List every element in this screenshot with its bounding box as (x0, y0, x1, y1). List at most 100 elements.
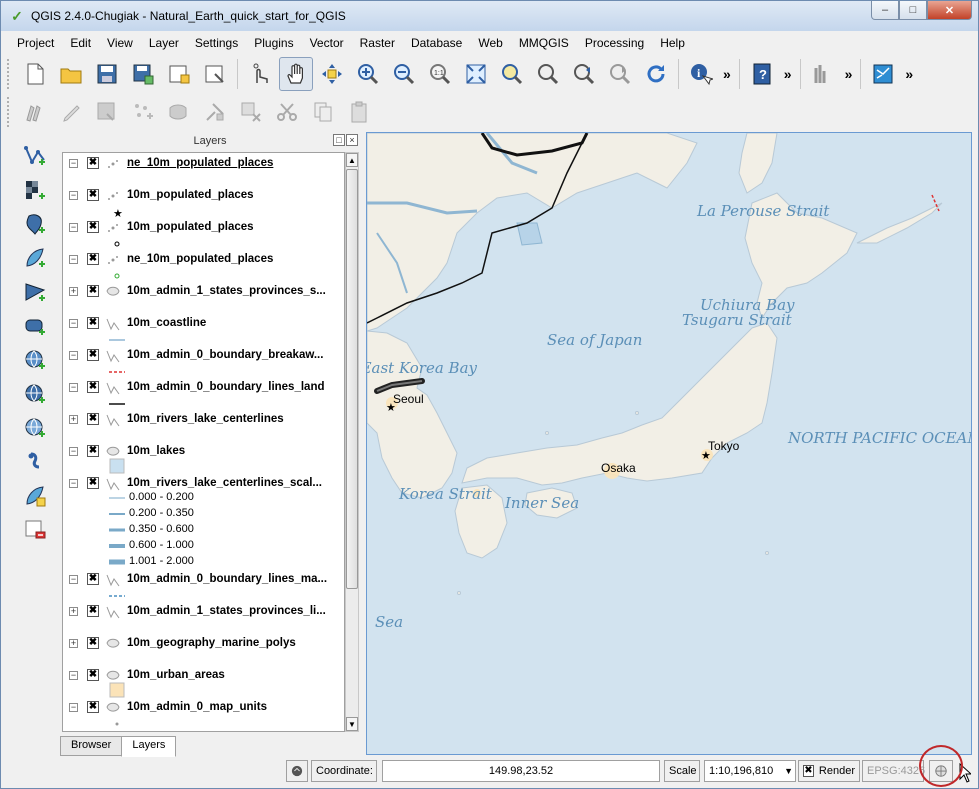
menu-vector[interactable]: Vector (302, 32, 352, 54)
zoom-out-icon[interactable] (387, 57, 421, 91)
layer-visibility-checkbox[interactable]: ✖ (87, 605, 99, 617)
messages-icon[interactable] (286, 760, 308, 782)
expand-toggle-icon[interactable]: − (69, 478, 78, 488)
layer-tree-scrollbar[interactable]: ▲ ▼ (345, 152, 359, 732)
menu-layer[interactable]: Layer (141, 32, 187, 54)
open-project-icon[interactable] (54, 57, 88, 91)
raster-histogram-icon[interactable] (806, 57, 840, 91)
menu-project[interactable]: Project (9, 32, 62, 54)
expand-toggle-icon[interactable]: − (69, 670, 78, 680)
map-canvas[interactable]: ★ ★ La Perouse Strait Uchiura Bay Tsugar… (366, 132, 972, 755)
layer-visibility-checkbox[interactable]: ✖ (87, 573, 99, 585)
menu-view[interactable]: View (99, 32, 141, 54)
layer-name[interactable]: 10m_admin_0_boundary_lines_ma... (127, 573, 341, 585)
layer-visibility-checkbox[interactable]: ✖ (87, 637, 99, 649)
expand-toggle-icon[interactable]: − (69, 382, 78, 392)
add-raster-layer-icon[interactable] (18, 174, 52, 206)
add-feature-icon[interactable] (126, 95, 160, 129)
zoom-next-icon[interactable] (603, 57, 637, 91)
layer-name[interactable]: 10m_rivers_lake_centerlines (127, 413, 341, 425)
layer-visibility-checkbox[interactable]: ✖ (87, 477, 99, 489)
save-layer-edits-icon[interactable] (90, 95, 124, 129)
layer-name[interactable]: 10m_admin_0_boundary_lines_land (127, 381, 341, 393)
layer-visibility-checkbox[interactable]: ✖ (87, 381, 99, 393)
expand-toggle-icon[interactable]: − (69, 190, 78, 200)
layer-row[interactable]: + ✖ 10m_admin_1_states_provinces_s... (63, 282, 344, 300)
maximize-button[interactable]: □ (899, 1, 927, 20)
layer-row[interactable]: − ✖ 10m_admin_0_boundary_lines_ma... (63, 570, 344, 588)
add-postgis-layer-icon[interactable] (18, 208, 52, 240)
layer-name[interactable]: 10m_admin_0_map_units (127, 701, 341, 713)
render-check-mark[interactable]: ✖ (803, 765, 814, 777)
layer-name[interactable]: 10m_rivers_lake_centerlines_scal... (127, 477, 341, 489)
add-mssql-layer-icon[interactable] (18, 276, 52, 308)
paste-features-icon[interactable] (342, 95, 376, 129)
layer-name[interactable]: 10m_geography_marine_polys (127, 637, 341, 649)
expand-toggle-icon[interactable]: − (69, 702, 78, 712)
layer-row[interactable]: − ✖ 10m_admin_0_map_units (63, 698, 344, 716)
layer-row[interactable]: − ✖ 10m_admin_0_boundary_breakaw... (63, 346, 344, 364)
add-vector-layer-icon[interactable] (18, 140, 52, 172)
scroll-down-icon[interactable]: ▼ (346, 717, 358, 731)
layer-name[interactable]: 10m_lakes (127, 445, 341, 457)
new-shapefile-layer-icon[interactable] (18, 480, 52, 512)
expand-toggle-icon[interactable]: − (69, 254, 78, 264)
toolbar-grip[interactable] (7, 59, 13, 89)
add-spatialite-layer-icon[interactable] (18, 242, 52, 274)
layer-row[interactable]: + ✖ 10m_admin_1_states_provinces_li... (63, 602, 344, 620)
map-tool-icon[interactable] (866, 57, 900, 91)
cut-features-icon[interactable] (270, 95, 304, 129)
layer-visibility-checkbox[interactable]: ✖ (87, 189, 99, 201)
layer-name[interactable]: 10m_urban_areas (127, 669, 341, 681)
expand-toggle-icon[interactable]: + (69, 638, 78, 648)
close-button[interactable]: ✕ (927, 1, 972, 20)
add-oracle-layer-icon[interactable] (18, 310, 52, 342)
layer-visibility-checkbox[interactable]: ✖ (87, 445, 99, 457)
layer-row[interactable]: − ✖ 10m_populated_places (63, 218, 344, 236)
menu-processing[interactable]: Processing (577, 32, 652, 54)
copy-features-icon[interactable] (306, 95, 340, 129)
refresh-icon[interactable] (639, 57, 673, 91)
menu-settings[interactable]: Settings (187, 32, 246, 54)
layer-name[interactable]: 10m_admin_0_boundary_breakaw... (127, 349, 341, 361)
expand-toggle-icon[interactable]: + (69, 606, 78, 616)
layer-name[interactable]: 10m_populated_places (127, 221, 341, 233)
move-feature-icon[interactable] (162, 95, 196, 129)
layer-row[interactable]: − ✖ 10m_rivers_lake_centerlines_scal... (63, 474, 344, 492)
layer-visibility-checkbox[interactable]: ✖ (87, 413, 99, 425)
layer-visibility-checkbox[interactable]: ✖ (87, 157, 99, 169)
layer-name[interactable]: 10m_admin_1_states_provinces_li... (127, 605, 341, 617)
expand-toggle-icon[interactable]: − (69, 222, 78, 232)
layer-name[interactable]: 10m_coastline (127, 317, 341, 329)
pan-to-selection-icon[interactable] (315, 57, 349, 91)
layer-row[interactable]: − ✖ 10m_populated_places (63, 186, 344, 204)
new-project-icon[interactable] (18, 57, 52, 91)
expand-toggle-icon[interactable]: − (69, 318, 78, 328)
toolbar-overflow-3[interactable]: » (841, 66, 857, 82)
save-as-icon[interactable] (126, 57, 160, 91)
layer-name[interactable]: 10m_populated_places (127, 189, 341, 201)
scale-combo[interactable]: 1:10,196,810 ▼ (704, 760, 796, 782)
composer-manager-icon[interactable] (198, 57, 232, 91)
layer-row[interactable]: − ✖ ne_10m_populated_places (63, 250, 344, 268)
add-wms-layer-icon[interactable] (18, 344, 52, 376)
menu-help[interactable]: Help (652, 32, 693, 54)
add-wfs-layer-icon[interactable] (18, 412, 52, 444)
zoom-to-selection-icon[interactable] (495, 57, 529, 91)
layer-visibility-checkbox[interactable]: ✖ (87, 701, 99, 713)
expand-toggle-icon[interactable]: − (69, 446, 78, 456)
layer-visibility-checkbox[interactable]: ✖ (87, 285, 99, 297)
panel-float-button[interactable]: □ (333, 134, 345, 146)
menu-raster[interactable]: Raster (352, 32, 403, 54)
menu-edit[interactable]: Edit (62, 32, 99, 54)
layer-visibility-checkbox[interactable]: ✖ (87, 317, 99, 329)
expand-toggle-icon[interactable]: − (69, 350, 78, 360)
coordinate-field[interactable]: 149.98,23.52 (382, 760, 660, 782)
scroll-up-icon[interactable]: ▲ (346, 153, 358, 167)
identify-features-icon[interactable]: i (684, 57, 718, 91)
tab-browser[interactable]: Browser (60, 736, 123, 756)
zoom-actual-size-icon[interactable]: 1:1 (423, 57, 457, 91)
menu-web[interactable]: Web (470, 32, 510, 54)
toggle-editing-icon[interactable] (54, 95, 88, 129)
current-edits-icon[interactable] (18, 95, 52, 129)
